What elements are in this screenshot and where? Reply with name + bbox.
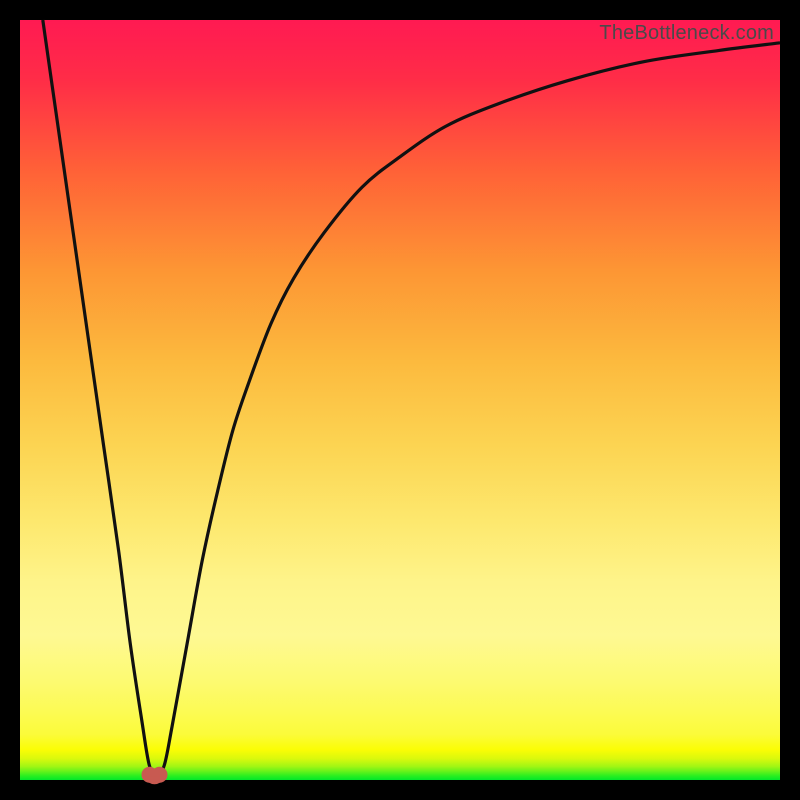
- optimum-marker: [142, 767, 168, 785]
- plot-area: TheBottleneck.com: [20, 20, 780, 780]
- bottleneck-curve: [20, 20, 780, 780]
- curve-path: [43, 20, 780, 776]
- chart-frame: TheBottleneck.com: [20, 20, 780, 780]
